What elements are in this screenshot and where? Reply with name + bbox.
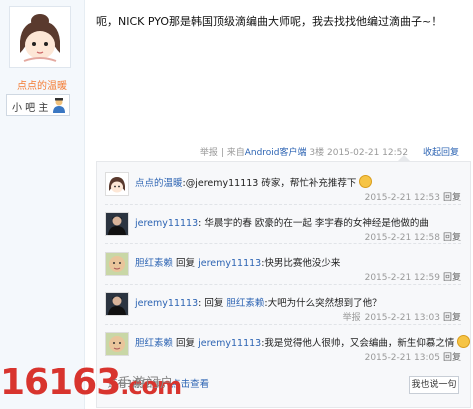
- reply-to-user[interactable]: jeremy11113: [198, 258, 261, 269]
- author-name[interactable]: 点点的温暖: [0, 77, 84, 92]
- reply-word: 回复: [176, 258, 196, 269]
- reply-text: 点点的温暖:@jeremy11113 砖家，帮忙补充推荐下: [135, 175, 373, 189]
- reply-meta: 2015-2-21 12:59 回复: [365, 270, 461, 283]
- from-prefix: | 来自: [220, 148, 245, 158]
- floor-number: 3楼: [309, 148, 325, 158]
- reply-text: 胆红素赖 回复 jeremy11113:快男比赛他没少来: [135, 255, 340, 269]
- divider: [105, 204, 461, 205]
- baby-photo-icon: [106, 333, 128, 355]
- post-meta: 举报 | 来自Android客户端 3楼 2015-02-21 12:52 收起…: [200, 145, 459, 158]
- reply-button[interactable]: 回复: [443, 193, 461, 203]
- reply-to-user[interactable]: 胆红素赖: [226, 298, 264, 309]
- reply-meta: 举报 2015-2-21 13:03 回复: [343, 310, 461, 323]
- role-badge: 小 吧 主: [6, 94, 70, 116]
- reply-user[interactable]: 胆红素赖: [135, 258, 173, 269]
- reply-avatar[interactable]: [105, 292, 129, 316]
- reply-user[interactable]: jeremy11113: [135, 218, 198, 229]
- post-time: 2015-02-21 12:52: [327, 148, 409, 158]
- cartoon-girl-icon: [10, 7, 70, 67]
- watermark-brand: 16163: [0, 362, 121, 403]
- reply-time: 2015-2-21 12:53: [364, 193, 440, 203]
- author-sidebar: 点点的温暖 小 吧 主: [0, 0, 85, 409]
- reply-time: 2015-2-21 13:05: [364, 353, 440, 363]
- reply-button[interactable]: 回复: [443, 353, 461, 363]
- reply-time: 2015-2-21 12:58: [364, 233, 440, 243]
- reply-text: jeremy11113: 回复 胆红素赖:大吧为什么突然想到了他？: [135, 298, 382, 309]
- moderator-icon: [53, 98, 65, 113]
- reply-content: :快男比赛他没少来: [261, 258, 341, 269]
- reply-avatar[interactable]: [105, 212, 129, 236]
- role-label: 小 吧 主: [12, 103, 49, 114]
- reply-meta: 2015-2-21 12:58 回复: [365, 230, 461, 243]
- emoji-icon: [359, 175, 373, 188]
- reply-avatar[interactable]: [105, 332, 129, 356]
- reply-user[interactable]: jeremy11113: [135, 298, 198, 309]
- client-link[interactable]: Android客户端: [245, 148, 307, 158]
- report-link[interactable]: 举报: [200, 148, 218, 158]
- reply-text: 胆红素赖 回复 jeremy11113:我是觉得他人很帅，又会编曲，新生仰慕之情: [135, 335, 471, 349]
- add-reply-button[interactable]: 我也说一句: [409, 376, 459, 394]
- reply-user[interactable]: 胆红素赖: [135, 338, 173, 349]
- reply-button[interactable]: 回复: [443, 313, 461, 323]
- reply-meta: 2015-2-21 12:53 回复: [365, 190, 461, 203]
- reply-button[interactable]: 回复: [443, 233, 461, 243]
- reply-content: :大吧为什么突然想到了他？: [264, 298, 382, 309]
- post-content: 呃，NICK PYO那是韩国顶级滴编曲大师呢，我去找找他编过滴曲子~！: [96, 15, 443, 28]
- user-photo-icon: [106, 213, 128, 235]
- reply-button[interactable]: 回复: [443, 273, 461, 283]
- emoji-icon: [457, 335, 471, 348]
- reply-time: 2015-2-21 12:59: [364, 273, 440, 283]
- reply-to-user[interactable]: jeremy11113: [198, 338, 261, 349]
- report-link[interactable]: 举报: [343, 313, 361, 323]
- reply-avatar[interactable]: [105, 172, 129, 196]
- reply-time: 2015-2-21 13:03: [364, 313, 440, 323]
- reply-word: 回复: [176, 338, 196, 349]
- divider: [105, 243, 461, 244]
- reply-text: jeremy11113: 华晨宇的春 欧豪的在一起 李宇春的女神经是他做的曲: [135, 218, 429, 229]
- collapse-replies-button[interactable]: 收起回复: [423, 148, 459, 158]
- cartoon-girl-icon: [106, 173, 128, 195]
- watermark-tag: 手游门户: [118, 376, 175, 391]
- user-photo-icon: [106, 293, 128, 315]
- reply-avatar[interactable]: [105, 252, 129, 276]
- divider: [105, 324, 461, 325]
- reply-user[interactable]: 点点的温暖: [135, 178, 183, 189]
- reply-content: :@jeremy11113 砖家，帮忙补充推荐下: [182, 178, 357, 189]
- baby-photo-icon: [106, 253, 128, 275]
- reply-word: 回复: [204, 298, 224, 309]
- divider: [105, 284, 461, 285]
- reply-meta: 2015-2-21 13:05 回复: [365, 350, 461, 363]
- reply-content: :我是觉得他人很帅，又会编曲，新生仰慕之情: [261, 338, 455, 349]
- author-avatar[interactable]: [9, 6, 71, 68]
- reply-content: 华晨宇的春 欧豪的在一起 李宇春的女神经是他做的曲: [204, 218, 429, 229]
